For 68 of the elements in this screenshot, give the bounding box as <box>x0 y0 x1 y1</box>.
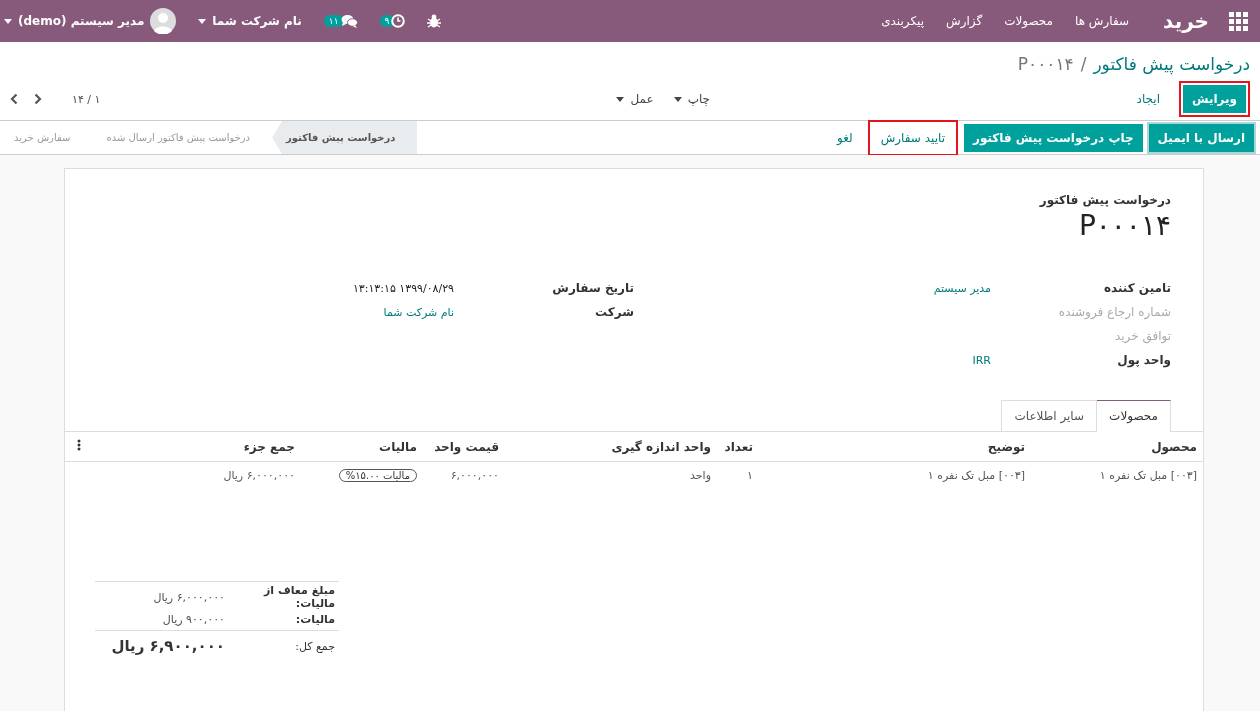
field-label: تامین کننده <box>1102 281 1171 295</box>
field-label: شماره ارجاع فروشنده <box>1057 305 1171 319</box>
field-label: توافق خرید <box>1113 329 1171 343</box>
total-value: ۹۰۰,۰۰۰ ریال <box>162 612 225 626</box>
total-value: ۶,۹۰۰,۰۰۰ ریال <box>111 637 225 655</box>
column-header[interactable]: واحد اندازه گیری <box>505 432 717 462</box>
column-header[interactable]: قیمت واحد <box>423 432 505 462</box>
action-button[interactable]: ارسال با ایمیل <box>1148 123 1254 152</box>
link-button[interactable]: ایجاد <box>1127 85 1169 113</box>
caret-icon[interactable] <box>673 96 682 102</box>
table-cell: [۰۰۳] مبل تک نفره ۱ <box>1031 461 1203 489</box>
total-label: مالیات: <box>294 612 336 626</box>
caret-icon[interactable] <box>616 96 625 102</box>
total-label: مبلغ معاف از مالیات: <box>262 584 336 610</box>
action-button[interactable]: چاپ درخواست پیش فاکتور <box>963 123 1143 152</box>
column-header[interactable]: مالیات <box>301 432 423 462</box>
notebook-tab[interactable]: محصولات <box>1096 400 1171 432</box>
total-value: ۶,۰۰۰,۰۰۰ ریال <box>153 590 225 604</box>
chevron-left-icon[interactable] <box>10 93 18 105</box>
field-link[interactable]: IRR <box>972 353 991 367</box>
table-cell: واحد <box>505 461 717 489</box>
chat-bubbles-icon[interactable] <box>340 14 358 28</box>
status-stage[interactable]: درخواست پیش فاکتور <box>272 121 418 154</box>
caret-icon[interactable] <box>4 18 12 24</box>
menu-item[interactable]: گزارش <box>946 14 983 28</box>
field-link[interactable]: مدیر سیستم <box>933 281 991 295</box>
record-name: P۰۰۰۱۴ <box>1077 209 1171 242</box>
field-label: تاریخ سفارش <box>551 281 634 295</box>
clock-icon[interactable] <box>391 14 406 28</box>
notebook-tab[interactable]: سایر اطلاعات <box>1001 400 1098 431</box>
user-menu[interactable]: مدیر سیستم (demo) <box>18 14 145 28</box>
kebab-menu-icon[interactable] <box>77 439 81 451</box>
form-subtitle: درخواست پیش فاکتور <box>1038 193 1171 207</box>
breadcrumb-separator: / <box>1080 54 1087 74</box>
status-stage[interactable]: درخواست پیش فاکتور ارسال شده <box>92 121 273 154</box>
field-link[interactable]: نام شرکت شما <box>383 305 454 319</box>
menu-item[interactable]: پیکربندی <box>881 14 924 28</box>
chevron-right-icon[interactable] <box>34 93 42 105</box>
app-title: خرید <box>1163 9 1209 33</box>
action-button[interactable]: ویرایش <box>1183 85 1246 113</box>
breadcrumb-current: P۰۰۰۱۴ <box>1017 54 1074 74</box>
column-header[interactable]: توضیح <box>759 432 1031 462</box>
table-cell: ۶,۰۰۰,۰۰۰ ریال <box>87 461 301 489</box>
column-header[interactable]: محصول <box>1031 432 1203 462</box>
company-switcher[interactable]: نام شرکت شما <box>212 14 302 28</box>
column-header[interactable]: تعداد <box>717 432 759 462</box>
link-button[interactable]: تایید سفارش <box>871 123 954 152</box>
field-label: واحد پول <box>1116 353 1171 367</box>
breadcrumb-link[interactable]: درخواست پیش فاکتور <box>1093 54 1250 74</box>
caret-icon[interactable] <box>198 18 207 24</box>
dropdown-toggle[interactable]: عمل <box>630 92 654 106</box>
total-label: جمع کل: <box>294 639 336 653</box>
column-header[interactable]: جمع جزء <box>87 432 301 462</box>
status-stage[interactable]: سفارش خرید <box>0 121 93 154</box>
table-cell: [۰۰۳] مبل تک نفره ۱ <box>759 461 1031 489</box>
table-cell: ۶,۰۰۰,۰۰۰ <box>423 461 505 489</box>
pager-value: ۱ / ۱۴ <box>72 92 101 106</box>
field-value: ۱۳۹۹/۰۸/۲۹ ۱۳:۱۳:۱۵ <box>352 281 454 295</box>
field-label: شرکت <box>594 305 634 319</box>
apps-grid-icon[interactable] <box>1229 11 1248 31</box>
bug-icon[interactable] <box>427 14 442 28</box>
avatar-icon[interactable] <box>150 8 177 34</box>
menu-item[interactable]: محصولات <box>1004 14 1054 28</box>
table-cell: ۱ <box>717 461 759 489</box>
link-button[interactable]: لغو <box>828 123 862 152</box>
menu-item[interactable]: سفارش ها <box>1075 14 1130 28</box>
dropdown-toggle[interactable]: چاپ <box>687 92 710 106</box>
count-badge: ۱۱ <box>323 15 344 27</box>
